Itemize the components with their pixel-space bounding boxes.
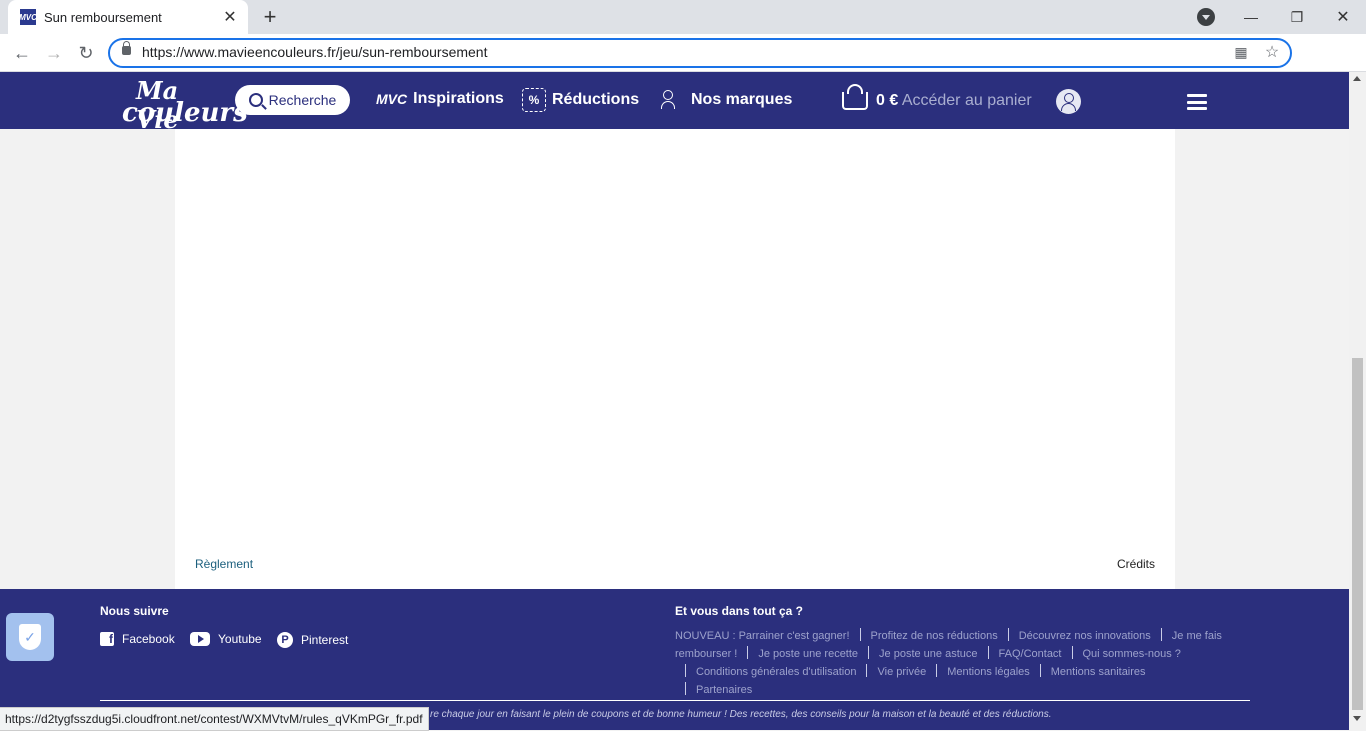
people-icon: [661, 90, 685, 110]
site-header: Ma Vie couleurs Recherche MVC Inspiratio…: [0, 72, 1349, 134]
footer-link[interactable]: Mentions sanitaires: [1051, 666, 1146, 678]
user-avatar-icon[interactable]: [1056, 89, 1081, 114]
bookmark-star-icon[interactable]: ☆: [1263, 43, 1281, 61]
tab-search-icon[interactable]: [1197, 8, 1215, 26]
nav-reductions-label: Réductions: [552, 91, 640, 108]
mvc-favicon-icon: MVC: [19, 9, 37, 25]
footer-link[interactable]: FAQ/Contact: [999, 648, 1062, 660]
footer-link[interactable]: NOUVEAU : Parrainer c'est gagner!: [675, 630, 850, 642]
footer-link[interactable]: Qui sommes-nous ?: [1083, 648, 1181, 660]
browser-toolbar: ← → ↻ https://www.mavieencouleurs.fr/jeu…: [0, 34, 1366, 72]
nav-inspirations-label: Inspirations: [413, 90, 504, 107]
forward-arrow-icon[interactable]: →: [42, 41, 66, 65]
footer-link[interactable]: Je poste une recette: [758, 648, 858, 660]
footer-link[interactable]: Partenaires: [696, 684, 752, 696]
restore-icon[interactable]: ❐: [1274, 0, 1320, 34]
footer-divider: [100, 700, 1250, 701]
footer-link[interactable]: Mentions légales: [947, 666, 1030, 678]
social-pinterest[interactable]: P Pinterest: [277, 632, 348, 648]
new-tab-icon[interactable]: +: [258, 4, 282, 29]
search-button[interactable]: Recherche: [235, 85, 350, 115]
basket-icon: [842, 84, 868, 110]
footer-link[interactable]: Découvrez nos innovations: [1019, 630, 1151, 642]
menu-icon[interactable]: [1187, 94, 1207, 110]
rules-link[interactable]: Règlement: [195, 557, 253, 571]
back-arrow-icon[interactable]: ←: [10, 41, 34, 65]
shield-check-icon: ✓: [19, 624, 41, 650]
pinterest-icon: P: [277, 632, 293, 648]
social-youtube[interactable]: Youtube: [190, 632, 262, 646]
cart-label: Accéder au panier: [901, 92, 1032, 109]
browser-tab[interactable]: MVC Sun remboursement ✕: [8, 0, 248, 34]
search-icon: [248, 93, 263, 107]
address-bar[interactable]: https://www.mavieencouleurs.fr/jeu/sun-r…: [108, 38, 1292, 68]
footer-link[interactable]: Vie privée: [877, 666, 926, 678]
cart-link[interactable]: 0 € Accéder au panier: [876, 92, 1032, 110]
scroll-down-icon[interactable]: [1353, 716, 1361, 721]
cart-icon-wrap[interactable]: [842, 84, 868, 110]
search-label: Recherche: [268, 92, 337, 108]
footer-link[interactable]: Conditions générales d'utilisation: [696, 666, 856, 678]
mvc-icon: MVC: [376, 91, 408, 107]
reload-icon[interactable]: ↻: [74, 41, 98, 65]
social-facebook[interactable]: f Facebook: [100, 632, 175, 646]
game-content-panel: Règlement Crédits: [175, 129, 1175, 589]
minimize-icon[interactable]: —: [1228, 0, 1274, 34]
scroll-up-icon[interactable]: [1353, 76, 1361, 81]
footer-tagline: re chaque jour en faisant le plein de co…: [430, 709, 1052, 720]
nav-reductions[interactable]: % Réductions: [522, 88, 639, 112]
lock-icon: [122, 41, 131, 55]
close-window-icon[interactable]: ✕: [1320, 0, 1366, 34]
credits-link[interactable]: Crédits: [1117, 557, 1155, 571]
browser-tab-bar: MVC Sun remboursement ✕ + — ❐ ✕: [0, 0, 1366, 34]
nav-inspirations[interactable]: MVC Inspirations: [376, 90, 504, 108]
status-bar-url: https://d2tygfsszdug5i.cloudfront.net/co…: [0, 707, 429, 731]
qr-code-icon[interactable]: ▦: [1232, 43, 1250, 61]
follow-title: Nous suivre: [100, 604, 169, 618]
scrollbar-thumb[interactable]: [1352, 358, 1363, 710]
site-logo[interactable]: Ma Vie couleurs: [122, 76, 248, 134]
percent-icon: %: [522, 88, 546, 112]
cart-amount: 0 €: [876, 92, 899, 109]
nav-brands-label: Nos marques: [691, 91, 793, 108]
tab-title: Sun remboursement: [44, 9, 162, 25]
footer-link[interactable]: Je poste une astuce: [879, 648, 977, 660]
facebook-icon: f: [100, 632, 114, 646]
footer-links: NOUVEAU : Parrainer c'est gagner! Profite…: [675, 627, 1250, 699]
youtube-icon: [190, 632, 210, 646]
links-title: Et vous dans tout ça ?: [675, 604, 804, 618]
footer-link[interactable]: Profitez de nos réductions: [871, 630, 998, 642]
nav-brands[interactable]: Nos marques: [661, 90, 792, 110]
privacy-shield-button[interactable]: ✓: [6, 613, 54, 661]
close-tab-icon[interactable]: ✕: [220, 7, 240, 27]
address-url[interactable]: https://www.mavieencouleurs.fr/jeu/sun-r…: [142, 44, 487, 60]
